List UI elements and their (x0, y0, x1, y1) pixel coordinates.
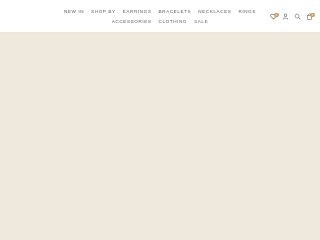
account-button[interactable] (281, 12, 289, 20)
nav-accessories[interactable]: ACCESSORIES (112, 17, 152, 26)
wishlist-button[interactable]: 0 (269, 12, 279, 20)
nav-earrings[interactable]: EARRINGS (123, 7, 152, 16)
search-icon (294, 13, 301, 20)
header-icons: 0 0 (269, 11, 315, 21)
nav-rings[interactable]: RINGS (238, 7, 256, 16)
nav-shop-by[interactable]: SHOP BY (91, 7, 116, 16)
nav-necklaces[interactable]: NECKLACES (198, 7, 231, 16)
user-icon (282, 13, 288, 20)
cart-count-badge: 0 (310, 13, 315, 17)
cart-button[interactable]: 0 (305, 12, 315, 20)
hero-banner (0, 33, 320, 240)
nav-new-in[interactable]: NEW IN (64, 7, 84, 16)
site-header: NEW IN SHOP BY EARRINGS BRACELETS NECKLA… (0, 0, 320, 33)
search-button[interactable] (293, 12, 301, 20)
nav-clothing[interactable]: CLOTHING (159, 17, 188, 26)
nav-sale[interactable]: SALE (194, 17, 208, 26)
wishlist-count-badge: 0 (274, 13, 279, 17)
nav-bracelets[interactable]: BRACELETS (159, 7, 192, 16)
